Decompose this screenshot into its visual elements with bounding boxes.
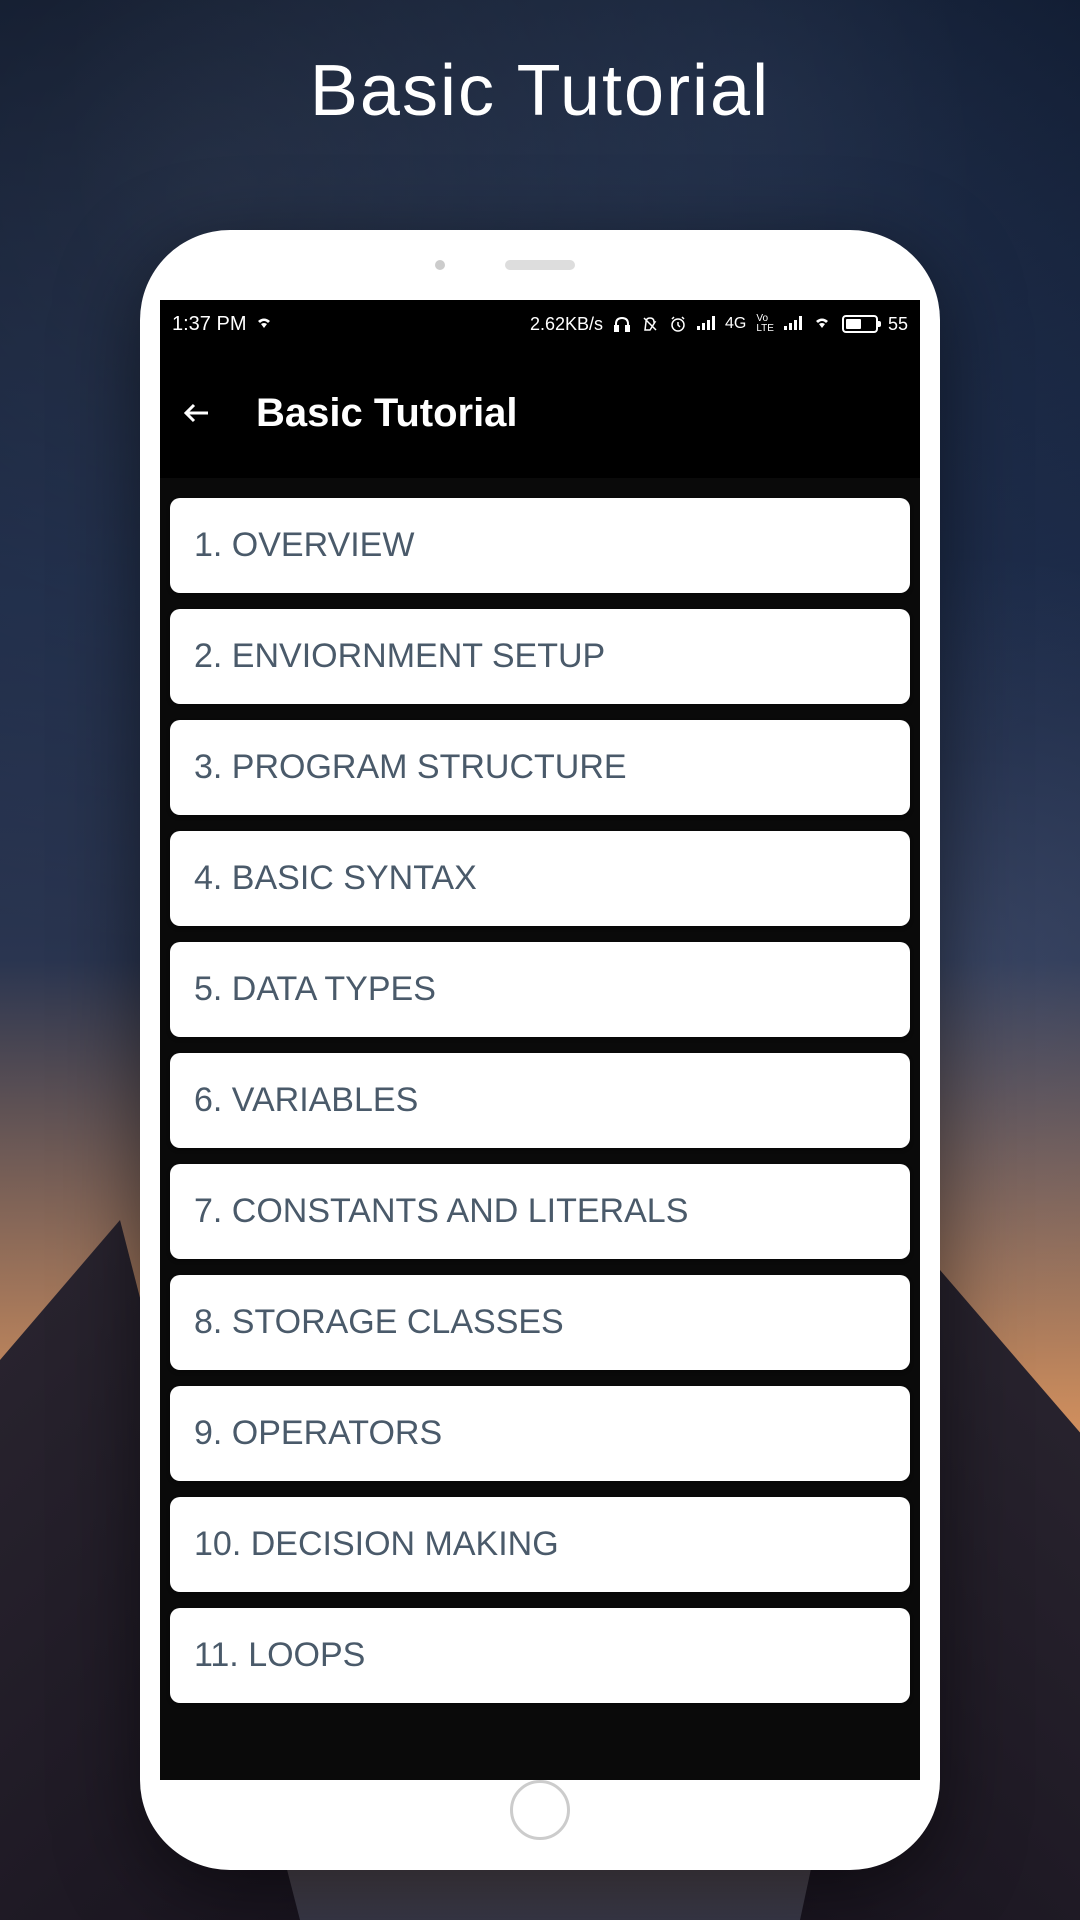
tutorial-item-overview[interactable]: 1. OVERVIEW [170,498,910,593]
tutorial-item-label: 3. PROGRAM STRUCTURE [194,748,627,786]
tutorial-item-label: 11. LOOPS [194,1636,365,1674]
tutorial-item-label: 5. DATA TYPES [194,970,436,1008]
tutorial-item-label: 9. OPERATORS [194,1414,442,1452]
tutorial-item-label: 1. OVERVIEW [194,526,414,564]
phone-speaker [505,260,575,270]
tutorial-list[interactable]: 1. OVERVIEW 2. ENVIORNMENT SETUP 3. PROG… [160,478,920,1780]
tutorial-item-basic-syntax[interactable]: 4. BASIC SYNTAX [170,831,910,926]
tutorial-item-constants-literals[interactable]: 7. CONSTANTS AND LITERALS [170,1164,910,1259]
status-time: 1:37 PM [172,313,246,336]
status-bar: 1:37 PM 2.62KB/s [160,300,920,348]
wifi-icon [254,313,274,336]
status-bar-left: 1:37 PM [172,313,274,336]
signal-icon [697,314,715,335]
status-volte: VoLTE [756,314,774,334]
phone-frame: 1:37 PM 2.62KB/s [140,230,940,1870]
tutorial-item-label: 7. CONSTANTS AND LITERALS [194,1192,688,1230]
status-bar-right: 2.62KB/s [530,314,908,335]
back-button[interactable] [180,395,216,431]
status-data-speed: 2.62KB/s [530,314,603,335]
camera-dot [435,260,445,270]
battery-icon [842,315,878,333]
app-header-title: Basic Tutorial [256,391,518,436]
mute-icon [641,315,659,333]
alarm-icon [669,315,687,333]
tutorial-item-data-types[interactable]: 5. DATA TYPES [170,942,910,1037]
tutorial-item-environment-setup[interactable]: 2. ENVIORNMENT SETUP [170,609,910,704]
phone-screen: 1:37 PM 2.62KB/s [160,300,920,1780]
status-network: 4G [725,315,746,333]
tutorial-item-storage-classes[interactable]: 8. STORAGE CLASSES [170,1275,910,1370]
battery-fill [846,319,861,329]
page-title: Basic Tutorial [310,50,770,132]
tutorial-item-label: 6. VARIABLES [194,1081,418,1119]
app-header: Basic Tutorial [160,348,920,478]
headphone-icon [613,315,631,333]
tutorial-item-loops[interactable]: 11. LOOPS [170,1608,910,1703]
tutorial-item-label: 10. DECISION MAKING [194,1525,559,1563]
tutorial-item-label: 2. ENVIORNMENT SETUP [194,637,605,675]
wifi-icon-2 [812,314,832,335]
tutorial-item-decision-making[interactable]: 10. DECISION MAKING [170,1497,910,1592]
tutorial-item-variables[interactable]: 6. VARIABLES [170,1053,910,1148]
tutorial-item-label: 8. STORAGE CLASSES [194,1303,564,1341]
tutorial-item-program-structure[interactable]: 3. PROGRAM STRUCTURE [170,720,910,815]
home-button[interactable] [510,1780,570,1840]
phone-notch [505,260,575,270]
signal-icon-2 [784,314,802,335]
tutorial-item-label: 4. BASIC SYNTAX [194,859,477,897]
battery-tip [878,321,881,327]
tutorial-item-operators[interactable]: 9. OPERATORS [170,1386,910,1481]
status-battery-percent: 55 [888,314,908,335]
